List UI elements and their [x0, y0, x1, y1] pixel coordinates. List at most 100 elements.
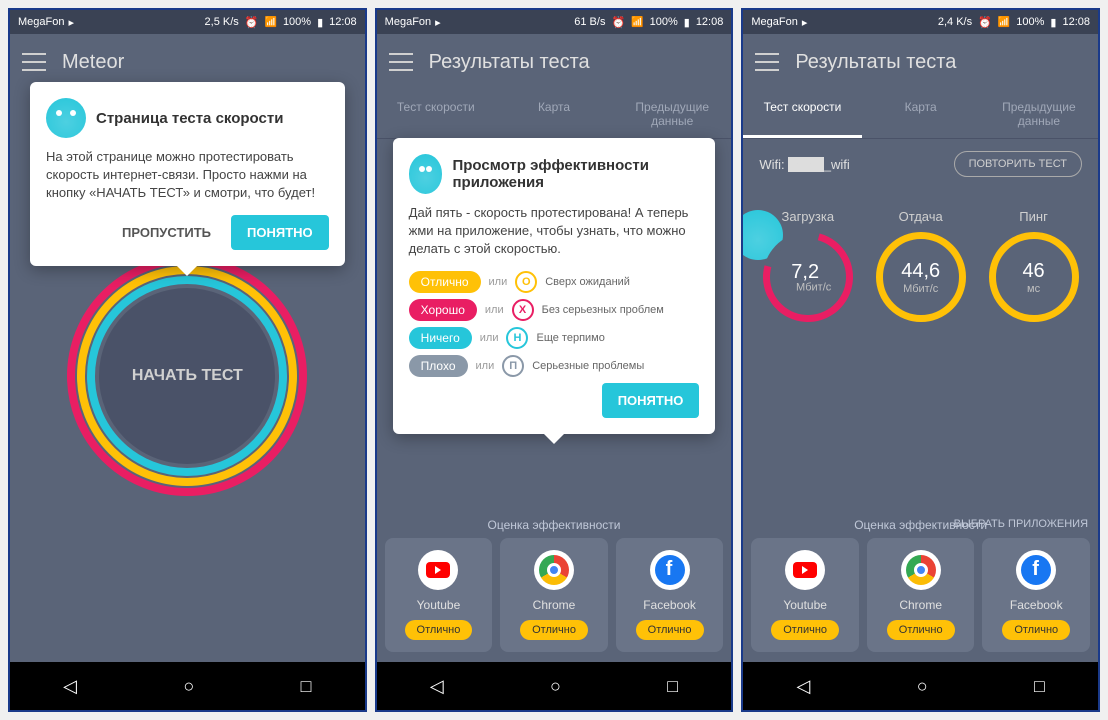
select-apps-button[interactable]: ВЫБРАТЬ ПРИЛОЖЕНИЯ — [954, 518, 1088, 530]
metric-label: Отдача — [899, 209, 943, 224]
rating-desc: Сверх ожиданий — [545, 276, 630, 288]
tabs: Тест скорости Карта Предыдущие данные — [377, 90, 732, 139]
metric-circle: 7,2 Мбит/с — [746, 216, 869, 339]
tab-history[interactable]: Предыдущие данные — [980, 90, 1098, 138]
metric-unit: Мбит/с — [796, 281, 831, 293]
app-bar: Результаты теста — [743, 34, 1098, 90]
home-button[interactable]: ○ — [917, 676, 928, 697]
menu-icon[interactable] — [389, 53, 413, 71]
rating-pill: Плохо — [409, 355, 468, 377]
status-bar: MegaFon ▸ 2,5 K/s⏰100%▮12:08 — [10, 10, 365, 34]
wifi-label: Wifi: — [759, 157, 784, 172]
metric-circle: 44,6 Мбит/с — [876, 232, 966, 322]
chrome-icon — [534, 550, 574, 590]
start-test-label: НАЧАТЬ ТЕСТ — [99, 288, 275, 464]
metric-label: Загрузка — [781, 209, 834, 224]
section-label: Оценка эффективности ВЫБРАТЬ ПРИЛОЖЕНИЯ — [743, 512, 1098, 538]
home-button[interactable]: ○ — [550, 676, 561, 697]
recent-button[interactable]: □ — [667, 676, 678, 697]
tab-map[interactable]: Карта — [862, 90, 980, 138]
tooltip-title: Просмотр эффективности приложения — [452, 157, 699, 191]
app-rating: Отлично — [771, 620, 839, 640]
rating-abbr: П — [502, 355, 524, 377]
apps-section: Оценка эффективности ВЫБРАТЬ ПРИЛОЖЕНИЯ … — [743, 502, 1098, 662]
metric-value: 7,2 — [791, 260, 819, 283]
yt-icon — [785, 550, 825, 590]
metric-unit: мс — [1027, 283, 1040, 295]
app-title: Результаты теста — [795, 51, 956, 74]
app-title: Результаты теста — [429, 51, 590, 74]
rating-abbr: Х — [512, 299, 534, 321]
back-button[interactable]: ◁ — [430, 676, 444, 697]
tooltip-body: Дай пять - скорость протестирована! А те… — [409, 204, 700, 259]
app-card[interactable]: Chrome Отлично — [867, 538, 975, 652]
rating-abbr: Н — [506, 327, 528, 349]
rating-desc: Еще терпимо — [536, 332, 604, 344]
mascot-icon — [409, 154, 443, 194]
app-card[interactable]: Youtube Отлично — [751, 538, 859, 652]
nav-bar: ◁ ○ □ — [377, 662, 732, 710]
rating-desc: Серьезные проблемы — [532, 360, 644, 372]
menu-icon[interactable] — [755, 53, 779, 71]
legend-row: Хорошо или Х Без серьезных проблем — [409, 299, 700, 321]
tooltip-title: Страница теста скорости — [96, 110, 283, 127]
back-button[interactable]: ◁ — [63, 676, 77, 697]
tab-history[interactable]: Предыдущие данные — [613, 90, 731, 138]
phone-screen-3: MegaFon ▸ 2,4 K/s⏰100%▮12:08 Результаты … — [741, 8, 1100, 712]
skip-button[interactable]: ПРОПУСТИТЬ — [110, 215, 223, 250]
yt-icon — [418, 550, 458, 590]
metric: Загрузка 7,2 Мбит/с — [763, 209, 853, 322]
app-card[interactable]: Facebook Отлично — [982, 538, 1090, 652]
battery-label: 100% — [283, 16, 311, 28]
metric-value: 44,6 — [901, 260, 940, 283]
app-name: Chrome — [533, 598, 576, 612]
home-button[interactable]: ○ — [183, 676, 194, 697]
app-name: Chrome — [899, 598, 942, 612]
tab-speed[interactable]: Тест скорости — [377, 90, 495, 138]
app-card[interactable]: Chrome Отлично — [500, 538, 608, 652]
app-rating: Отлично — [636, 620, 704, 640]
phone-screen-1: MegaFon ▸ 2,5 K/s⏰100%▮12:08 Meteor Стра… — [8, 8, 367, 712]
chrome-icon — [901, 550, 941, 590]
app-rating: Отлично — [520, 620, 588, 640]
rating-pill: Хорошо — [409, 299, 477, 321]
app-name: Youtube — [417, 598, 461, 612]
app-card[interactable]: Facebook Отлично — [616, 538, 724, 652]
rating-desc: Без серьезных проблем — [542, 304, 664, 316]
metric: Пинг 46 мс — [989, 209, 1079, 322]
menu-icon[interactable] — [22, 53, 46, 71]
mascot-icon — [46, 98, 86, 138]
tooltip-body: На этой странице можно протестировать ск… — [46, 148, 329, 203]
app-name: Facebook — [643, 598, 696, 612]
metrics-row: Загрузка 7,2 Мбит/с Отдача 44,6 Мбит/с П… — [743, 189, 1098, 362]
start-test-circle[interactable]: НАЧАТЬ ТЕСТ — [67, 256, 307, 496]
tab-speed[interactable]: Тест скорости — [743, 90, 861, 138]
app-bar: Результаты теста — [377, 34, 732, 90]
app-title: Meteor — [62, 51, 124, 74]
ok-button[interactable]: ПОНЯТНО — [231, 215, 329, 250]
nav-bar: ◁ ○ □ — [10, 662, 365, 710]
legend-row: Отлично или О Сверх ожиданий — [409, 271, 700, 293]
app-card[interactable]: Youtube Отлично — [385, 538, 493, 652]
status-bar: MegaFon ▸ 2,4 K/s⏰100%▮12:08 — [743, 10, 1098, 34]
fb-icon — [1016, 550, 1056, 590]
app-name: Youtube — [783, 598, 827, 612]
back-button[interactable]: ◁ — [797, 676, 811, 697]
recent-button[interactable]: □ — [1034, 676, 1045, 697]
tabs: Тест скорости Карта Предыдущие данные — [743, 90, 1098, 139]
legend-row: Ничего или Н Еще терпимо — [409, 327, 700, 349]
metric-value: 46 — [1022, 260, 1044, 283]
ok-button[interactable]: ПОНЯТНО — [602, 383, 700, 418]
retry-button[interactable]: ПОВТОРИТЬ ТЕСТ — [954, 151, 1082, 177]
rating-pill: Ничего — [409, 327, 472, 349]
rating-abbr: О — [515, 271, 537, 293]
tab-map[interactable]: Карта — [495, 90, 613, 138]
app-rating: Отлично — [887, 620, 955, 640]
legend-tooltip: Просмотр эффективности приложения Дай пя… — [393, 138, 716, 434]
app-rating: Отлично — [1002, 620, 1070, 640]
apps-section: Оценка эффективности Youtube Отлично Chr… — [377, 502, 732, 662]
metric: Отдача 44,6 Мбит/с — [876, 209, 966, 322]
recent-button[interactable]: □ — [301, 676, 312, 697]
rating-pill: Отлично — [409, 271, 481, 293]
app-rating: Отлично — [405, 620, 473, 640]
